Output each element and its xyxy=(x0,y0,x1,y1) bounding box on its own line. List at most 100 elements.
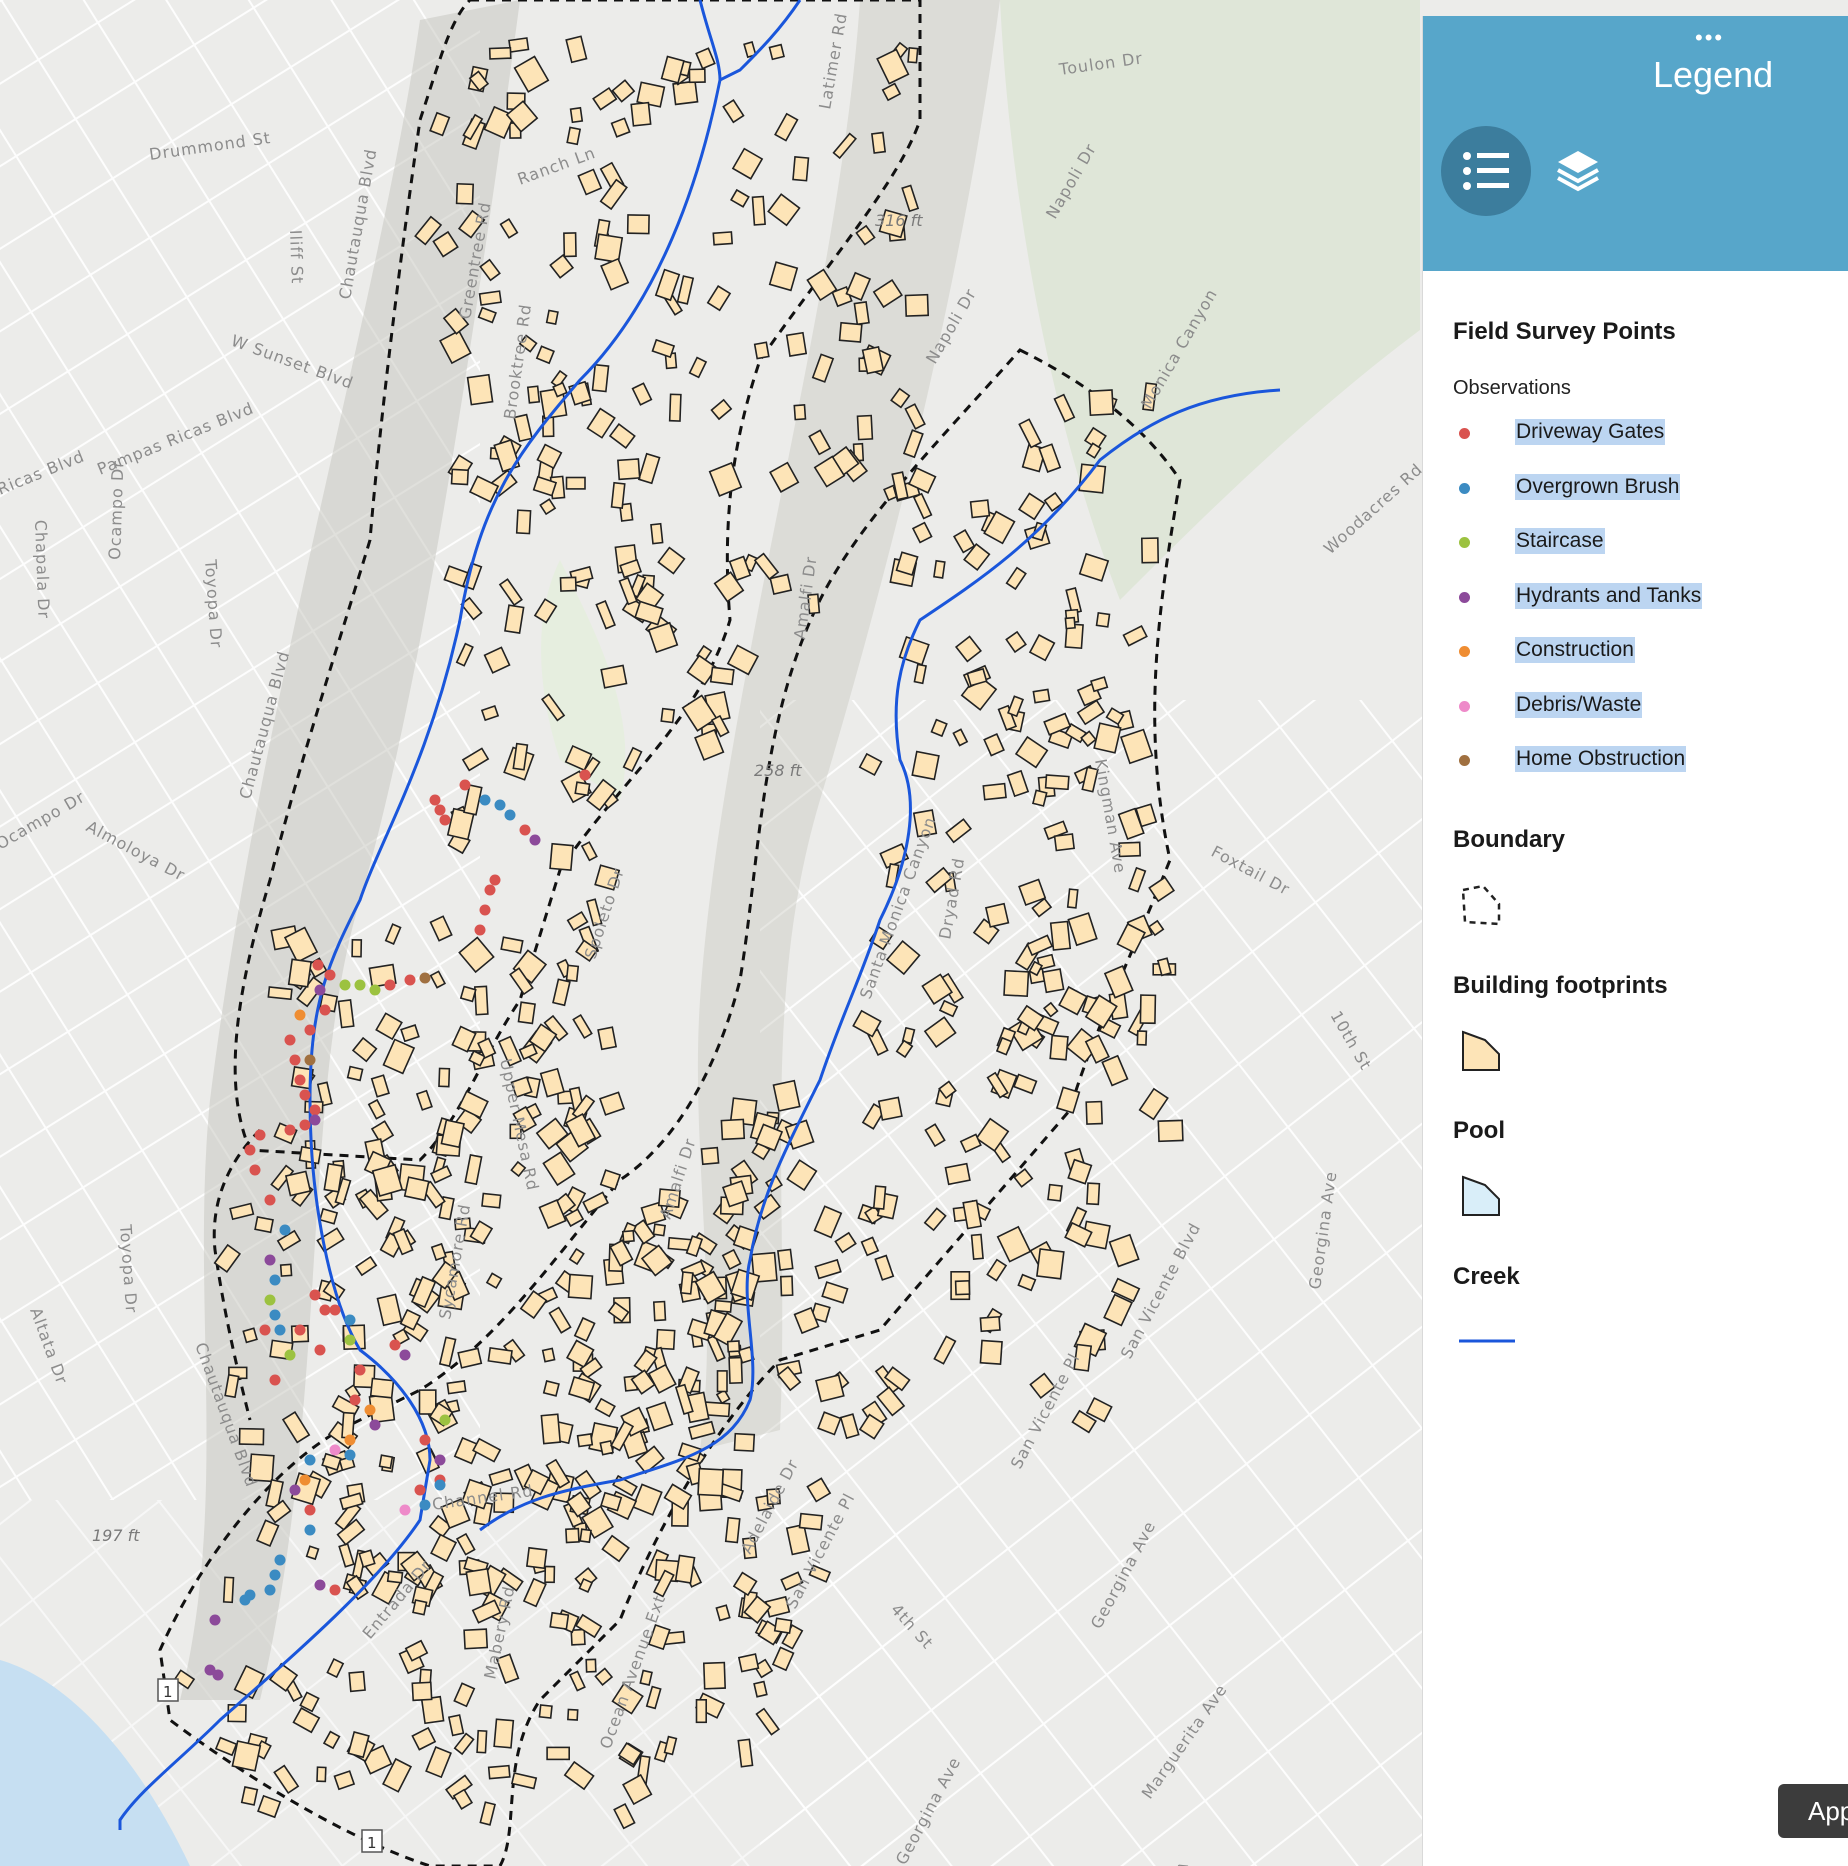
building-footprint xyxy=(412,1599,428,1616)
observation-point[interactable] xyxy=(434,804,446,816)
observation-point[interactable] xyxy=(404,974,416,986)
observation-point[interactable] xyxy=(289,1054,301,1066)
observation-point[interactable] xyxy=(289,1484,301,1496)
observation-point[interactable] xyxy=(439,814,451,826)
more-options-icon[interactable]: ••• xyxy=(1695,27,1724,49)
observation-point[interactable] xyxy=(309,1114,321,1126)
point-symbol-icon xyxy=(1459,592,1470,603)
layers-tab[interactable] xyxy=(1553,146,1603,196)
observation-point[interactable] xyxy=(294,1009,306,1021)
observation-point[interactable] xyxy=(269,1374,281,1386)
observation-point[interactable] xyxy=(304,1504,316,1516)
observation-point[interactable] xyxy=(294,1324,306,1336)
observation-point[interactable] xyxy=(269,1309,281,1321)
building-footprint xyxy=(351,938,363,958)
observation-point[interactable] xyxy=(429,794,441,806)
observation-point[interactable] xyxy=(264,1294,276,1306)
observation-point[interactable] xyxy=(274,1554,286,1566)
observation-point[interactable] xyxy=(434,1479,446,1491)
building-footprint xyxy=(777,1248,794,1271)
observation-point[interactable] xyxy=(494,799,506,811)
observation-point[interactable] xyxy=(312,959,324,971)
observation-point[interactable] xyxy=(419,1434,431,1446)
observation-point[interactable] xyxy=(364,1404,376,1416)
observation-point[interactable] xyxy=(399,1349,411,1361)
observation-point[interactable] xyxy=(329,1444,341,1456)
observation-point[interactable] xyxy=(284,1034,296,1046)
observation-point[interactable] xyxy=(249,1164,261,1176)
observation-point[interactable] xyxy=(304,1054,316,1066)
observation-point[interactable] xyxy=(344,1334,356,1346)
observation-point[interactable] xyxy=(304,1024,316,1036)
observation-point[interactable] xyxy=(294,1074,306,1086)
observation-point[interactable] xyxy=(329,1304,341,1316)
observation-point[interactable] xyxy=(299,1474,311,1486)
observation-point[interactable] xyxy=(209,1614,221,1626)
observation-point[interactable] xyxy=(434,1454,446,1466)
observation-point[interactable] xyxy=(279,1224,291,1236)
observation-point[interactable] xyxy=(269,1569,281,1581)
observation-point[interactable] xyxy=(324,969,336,981)
building-symbol-icon xyxy=(1462,1030,1500,1071)
observation-point[interactable] xyxy=(274,1324,286,1336)
observation-point[interactable] xyxy=(419,1499,431,1511)
observation-point[interactable] xyxy=(264,1194,276,1206)
observation-point[interactable] xyxy=(489,874,501,886)
observation-point[interactable] xyxy=(459,779,471,791)
observation-point[interactable] xyxy=(212,1669,224,1681)
observation-point[interactable] xyxy=(419,972,431,984)
observation-point[interactable] xyxy=(354,979,366,991)
observation-point[interactable] xyxy=(284,1124,296,1136)
observation-point[interactable] xyxy=(299,1119,311,1131)
observation-point[interactable] xyxy=(239,1594,251,1606)
observation-point[interactable] xyxy=(369,984,381,996)
observation-point[interactable] xyxy=(519,824,531,836)
observation-point[interactable] xyxy=(414,1484,426,1496)
observation-point[interactable] xyxy=(259,1324,271,1336)
observation-point[interactable] xyxy=(309,1289,321,1301)
building-footprint xyxy=(487,1764,511,1780)
observation-point[interactable] xyxy=(344,1449,356,1461)
observation-point[interactable] xyxy=(579,769,591,781)
observation-point[interactable] xyxy=(384,979,396,991)
observation-point[interactable] xyxy=(339,979,351,991)
building-footprint xyxy=(1041,968,1065,994)
observation-point[interactable] xyxy=(269,1274,281,1286)
observation-point[interactable] xyxy=(304,1524,316,1536)
observation-point[interactable] xyxy=(484,884,496,896)
observation-point[interactable] xyxy=(314,1344,326,1356)
observation-point[interactable] xyxy=(284,1349,296,1361)
observation-point[interactable] xyxy=(309,1104,321,1116)
building-footprint xyxy=(1053,833,1076,852)
observation-point[interactable] xyxy=(304,1454,316,1466)
app-button[interactable]: App xyxy=(1778,1784,1848,1838)
building-footprint xyxy=(574,781,591,797)
observation-point[interactable] xyxy=(314,1579,326,1591)
observation-point[interactable] xyxy=(389,1339,401,1351)
observation-point[interactable] xyxy=(244,1144,256,1156)
observation-point[interactable] xyxy=(399,1504,411,1516)
observation-point[interactable] xyxy=(264,1584,276,1596)
layers-icon xyxy=(1557,151,1599,192)
observation-point[interactable] xyxy=(474,924,486,936)
observation-point[interactable] xyxy=(354,1364,366,1376)
observation-point[interactable] xyxy=(299,1089,311,1101)
observation-point[interactable] xyxy=(319,1004,331,1016)
observation-point[interactable] xyxy=(439,1414,451,1426)
building-footprint xyxy=(1049,920,1072,951)
observation-point[interactable] xyxy=(254,1129,266,1141)
observation-point[interactable] xyxy=(319,1304,331,1316)
observation-point[interactable] xyxy=(479,794,491,806)
observation-point[interactable] xyxy=(504,809,516,821)
observation-point[interactable] xyxy=(344,1314,356,1326)
observation-point[interactable] xyxy=(349,1394,361,1406)
observation-point[interactable] xyxy=(314,984,326,996)
observation-point[interactable] xyxy=(369,1419,381,1431)
observation-point[interactable] xyxy=(264,1254,276,1266)
observation-point[interactable] xyxy=(329,1584,341,1596)
observation-point[interactable] xyxy=(529,834,541,846)
legend-header: ••• Legend xyxy=(1423,16,1848,271)
observation-point[interactable] xyxy=(479,904,491,916)
legend-list-tab[interactable] xyxy=(1441,126,1531,216)
observation-point[interactable] xyxy=(344,1434,356,1446)
